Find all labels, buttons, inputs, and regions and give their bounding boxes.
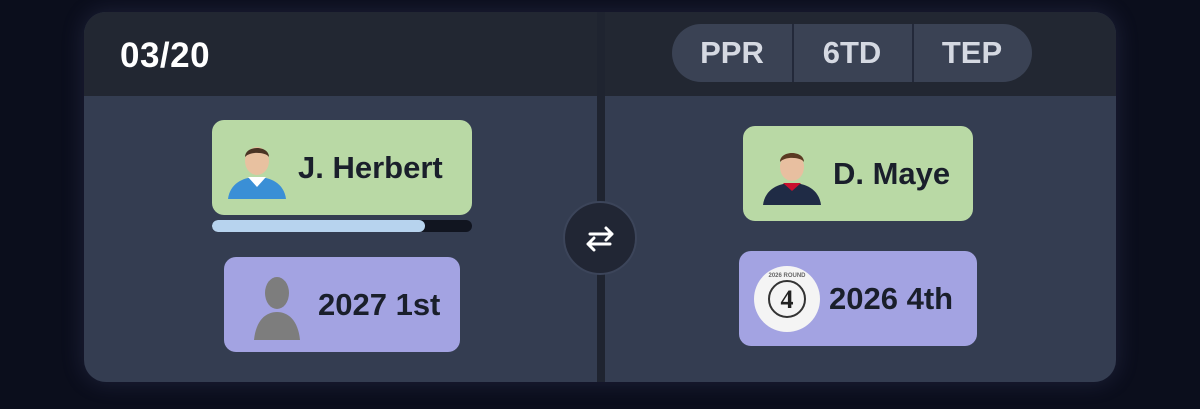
player-photo-maye bbox=[763, 152, 821, 205]
player-name: J. Herbert bbox=[298, 149, 443, 185]
player-photo-herbert bbox=[228, 146, 286, 199]
pick-chip-2026-4th[interactable]: 4 2026 ROUND 2026 4th bbox=[739, 251, 977, 346]
pick-chip-2027-1st[interactable]: 2027 1st bbox=[224, 257, 460, 352]
tag-tep: TEP bbox=[912, 24, 1032, 82]
player-name: D. Maye bbox=[833, 155, 951, 191]
center-divider bbox=[597, 12, 605, 382]
player-chip-maye[interactable]: D. Maye bbox=[743, 126, 973, 221]
player-avatar bbox=[226, 137, 288, 199]
round-4-badge-icon: 4 2026 ROUND bbox=[753, 265, 821, 333]
pick-label: 2027 1st bbox=[318, 286, 441, 322]
tag-6td: 6TD bbox=[792, 24, 912, 82]
pick-label: 2026 4th bbox=[829, 280, 954, 316]
swap-button[interactable] bbox=[563, 201, 637, 275]
league-settings-tags: PPR 6TD TEP bbox=[672, 24, 1032, 82]
trade-date: 03/20 bbox=[120, 36, 211, 75]
player-value-bar-fill bbox=[212, 220, 426, 232]
badge-number: 4 bbox=[781, 285, 794, 314]
badge-text: 2026 ROUND bbox=[768, 273, 806, 279]
trade-card[interactable]: 03/20 PPR 6TD TEP J. Herbert 2027 1st D.… bbox=[84, 12, 1116, 382]
tag-ppr: PPR bbox=[700, 35, 764, 70]
player-avatar bbox=[761, 143, 823, 205]
player-chip-herbert[interactable]: J. Herbert bbox=[212, 120, 472, 215]
player-value-bar bbox=[212, 220, 472, 232]
person-silhouette-icon bbox=[246, 270, 308, 340]
swap-arrows-icon bbox=[586, 226, 614, 252]
